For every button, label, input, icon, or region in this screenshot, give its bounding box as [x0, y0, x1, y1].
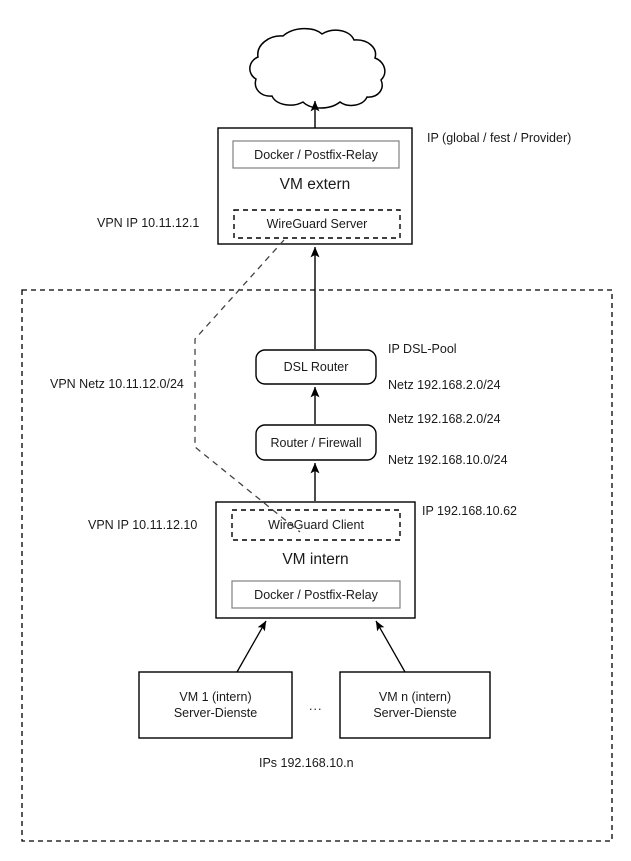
vmn-intern-line2: Server-Dienste — [373, 706, 457, 720]
internal-vms-ip-label: IPs 192.168.10.n — [259, 756, 354, 770]
vpn-net-label: VPN Netz 10.11.12.0/24 — [50, 377, 184, 391]
vm-extern-vpn-ip-label: VPN IP 10.11.12.1 — [97, 216, 200, 230]
vm-intern-lan-ip-label: IP 192.168.10.62 — [422, 504, 517, 518]
arrow-vm1-to-vmintern — [236, 620, 267, 673]
network-diagram-canvas: Docker / Postfix-Relay VM extern WireGua… — [0, 0, 631, 861]
firewall-lan-net-label: Netz 192.168.10.0/24 — [388, 453, 508, 467]
vm1-intern-label: VM 1 (intern) Server-Dienste — [139, 672, 292, 738]
vm-extern-public-ip-label: IP (global / fest / Provider) — [427, 131, 572, 145]
vm-extern-service-label: Docker / Postfix-Relay — [254, 147, 378, 162]
vm-intern-vpn-ip-label: VPN IP 10.11.12.10 — [88, 518, 198, 532]
arrow-vmn-to-vmintern — [375, 620, 406, 673]
vm1-intern-line2: Server-Dienste — [173, 706, 258, 720]
dsl-router-net-label: Netz 192.168.2.0/24 — [388, 378, 501, 392]
vm-series-ellipsis: ... — [309, 699, 323, 713]
dsl-pool-ip-label: IP DSL-Pool — [388, 342, 457, 356]
vmn-intern-line1: VM n (intern) — [378, 690, 452, 704]
vm1-intern-line1: VM 1 (intern) — [179, 690, 252, 704]
wireguard-tunnel-line — [194, 239, 301, 533]
firewall-wan-net-label: Netz 192.168.2.0/24 — [388, 412, 501, 426]
vmn-intern-label: VM n (intern) Server-Dienste — [340, 672, 490, 738]
vm-intern-title: VM intern — [282, 551, 349, 568]
wireguard-client-label: WireGuard Client — [268, 518, 364, 532]
wireguard-server-label: WireGuard Server — [266, 217, 368, 231]
dsl-router-label: DSL Router — [283, 360, 349, 374]
router-firewall-label: Router / Firewall — [270, 435, 362, 450]
vm-extern-title: VM extern — [279, 176, 351, 193]
vm-intern-service-label: Docker / Postfix-Relay — [254, 587, 378, 602]
internet-cloud-shape — [249, 27, 386, 109]
